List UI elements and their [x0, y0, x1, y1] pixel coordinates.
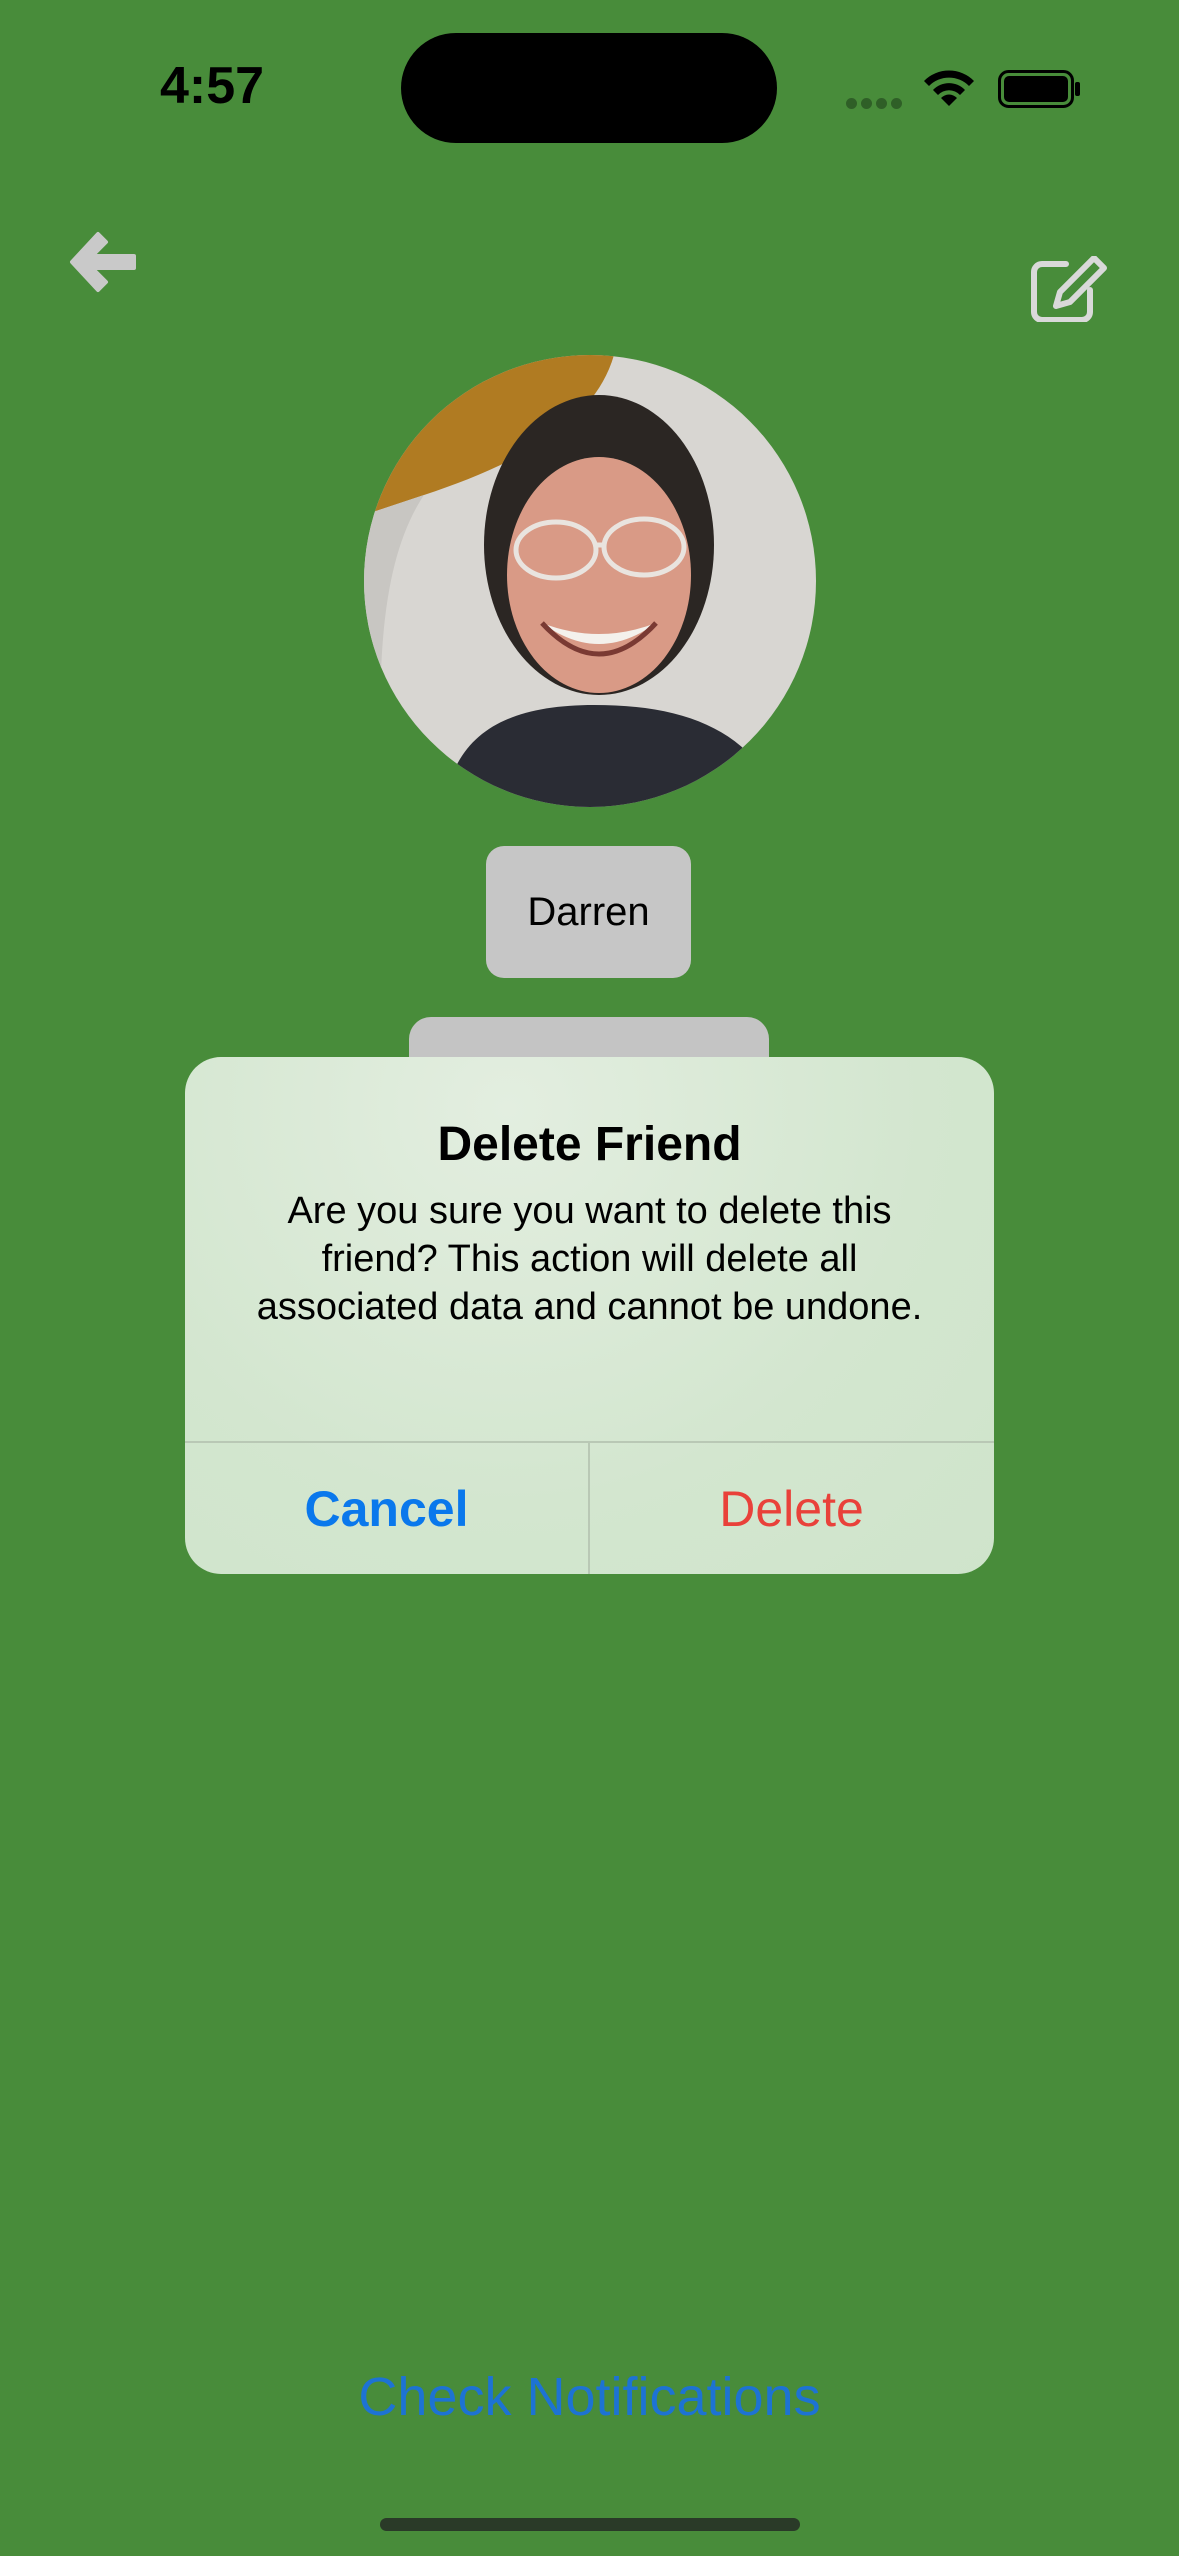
check-notifications-button[interactable]: Check Notifications — [0, 2366, 1179, 2428]
friend-name-label: Darren — [486, 846, 691, 978]
alert-message: Are you sure you want to delete this fri… — [256, 1190, 923, 1328]
cancel-button[interactable]: Cancel — [185, 1443, 588, 1574]
wifi-icon — [924, 70, 974, 106]
alert-title: Delete Friend — [437, 1118, 742, 1171]
delete-button[interactable]: Delete — [590, 1443, 993, 1574]
dynamic-island — [401, 33, 777, 143]
edit-icon[interactable] — [1030, 256, 1110, 322]
cellular-signal-icon — [846, 96, 906, 114]
delete-friend-alert: Delete Friend Are you sure you want to d… — [185, 1057, 994, 1574]
status-time: 4:57 — [160, 57, 265, 115]
back-arrow-icon[interactable] — [68, 228, 140, 300]
battery-icon — [998, 70, 1080, 108]
home-indicator — [380, 2518, 800, 2531]
profile-avatar — [364, 355, 816, 807]
